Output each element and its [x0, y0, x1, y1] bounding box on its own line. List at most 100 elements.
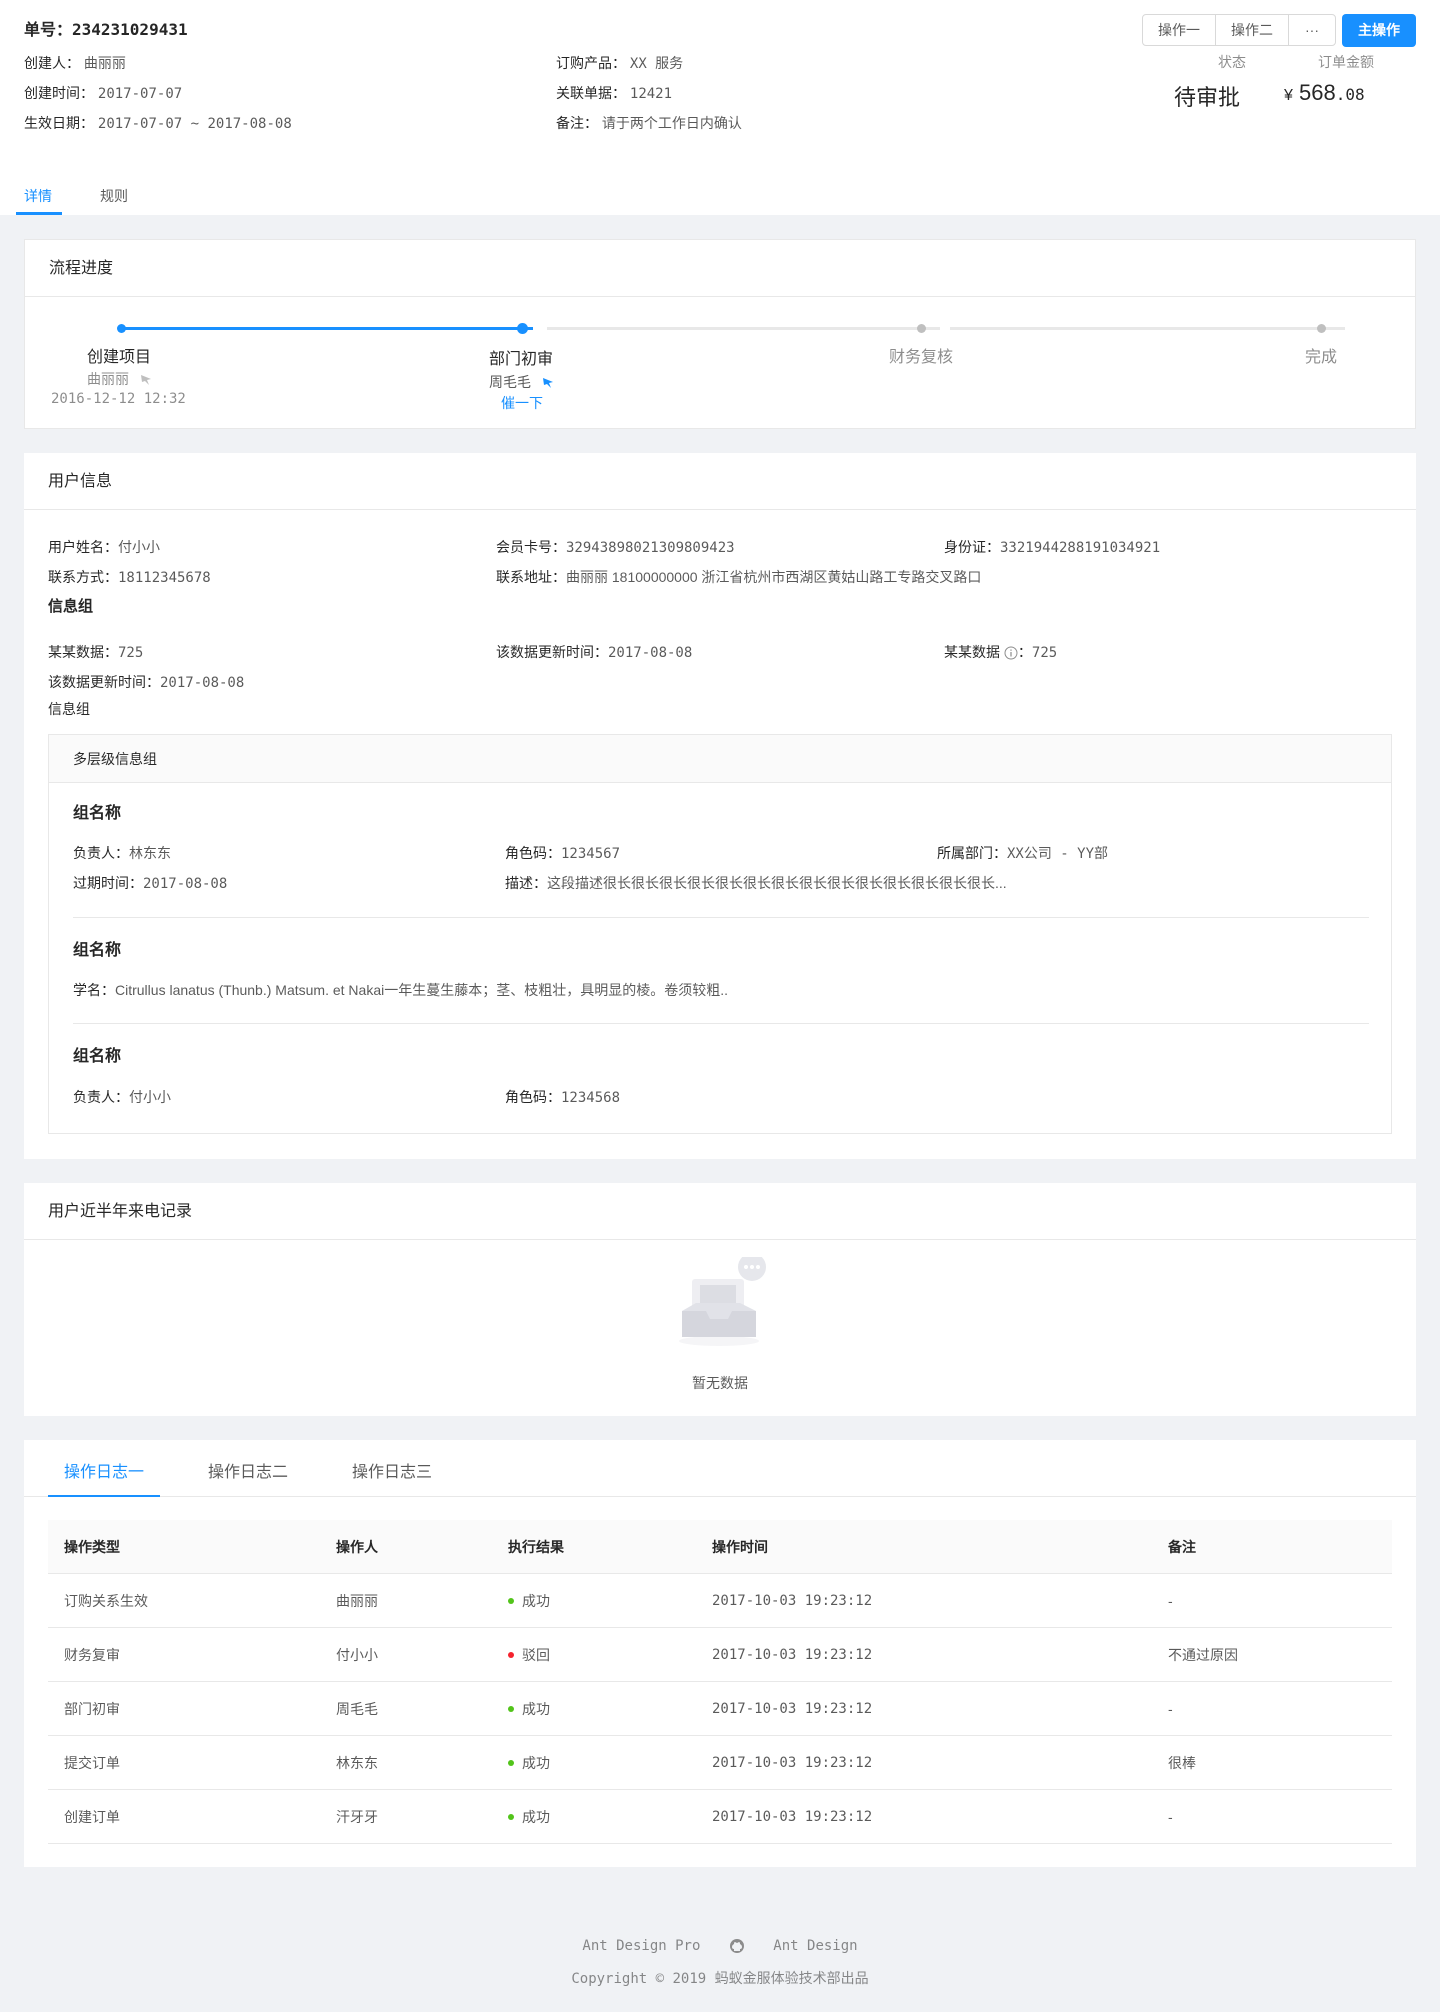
- success-status-dot: [508, 1814, 514, 1821]
- role3-label: 角色码：: [505, 1089, 561, 1105]
- address-value: 曲丽丽 18100000000 浙江省杭州市西湖区黄姑山路工专路交叉路口: [566, 569, 982, 585]
- empty-text: 暂无数据: [692, 1375, 748, 1391]
- related-label: 关联单据：: [556, 85, 626, 101]
- cell-time: 2017-10-03 19:23:12: [712, 1809, 873, 1825]
- tab-log-two[interactable]: 操作日志二: [208, 1458, 288, 1482]
- cell-type: 部门初审: [64, 1701, 120, 1717]
- created-value: 2017-07-07: [97, 86, 183, 102]
- tab-log-one[interactable]: 操作日志一: [64, 1458, 144, 1482]
- created-label: 创建时间：: [24, 85, 94, 101]
- success-status-dot: [508, 1706, 514, 1713]
- desc-item: 描述：这段描述很长很长很长很长很长很长很长很长很长很长很长很长很长很长...: [505, 873, 1007, 893]
- cell-operator: 付小小: [336, 1647, 378, 1663]
- effective-value: 2017-07-07 ~ 2017-08-08: [97, 116, 292, 132]
- remark-label: 备注：: [556, 115, 598, 131]
- error-status-dot: [508, 1652, 514, 1659]
- cell-time: 2017-10-03 19:23:12: [712, 1701, 873, 1717]
- owner3-value: 付小小: [129, 1089, 171, 1105]
- tab-rules[interactable]: 规则: [100, 186, 128, 206]
- related-link[interactable]: 12421: [630, 86, 672, 102]
- operation-two-button[interactable]: 操作二: [1215, 14, 1289, 46]
- ant-design-link[interactable]: Ant Design: [773, 1938, 857, 1954]
- step-title-3: 财务复核: [889, 349, 954, 366]
- table-row: 部门初审 周毛毛 成功 2017-10-03 19:23:12 -: [48, 1682, 1392, 1736]
- sci-name-label: 学名：: [73, 982, 115, 998]
- result-text: 驳回: [522, 1647, 550, 1663]
- dingding-icon[interactable]: [139, 373, 153, 387]
- group-name-3: 组名称: [73, 1048, 122, 1065]
- table-row: 订购关系生效 曲丽丽 成功 2017-10-03 19:23:12 -: [48, 1574, 1392, 1628]
- call-records-card: 用户近半年来电记录 暂无数据: [24, 1183, 1416, 1416]
- action-button-group: 操作一 操作二 ···: [1142, 14, 1336, 46]
- effective-label: 生效日期：: [24, 115, 94, 131]
- status-label: 状态: [1218, 54, 1246, 70]
- update2-value: 2017-08-08: [160, 675, 245, 691]
- status-value: 待审批: [1174, 85, 1241, 110]
- urge-link[interactable]: 催一下: [501, 393, 543, 413]
- address-item: 联系地址：曲丽丽 18100000000 浙江省杭州市西湖区黄姑山路工专路交叉路…: [496, 567, 981, 587]
- progress-steps: 创建项目 曲丽丽 2016-12-12 12:32 部门初审 周毛毛 催一下 财…: [25, 297, 1415, 427]
- step-dot-4: [1317, 324, 1326, 333]
- step-title-1: 创建项目: [87, 349, 152, 366]
- col-operator: 操作人: [336, 1539, 378, 1555]
- cell-memo: -: [1168, 1593, 1173, 1609]
- role3-item: 角色码：1234568: [505, 1087, 620, 1107]
- dingding-icon[interactable]: [541, 376, 555, 390]
- contact-value: 18112345678: [118, 570, 211, 586]
- role-item: 角色码：1234567: [505, 843, 620, 863]
- data2-separator: ：: [1017, 644, 1032, 660]
- cell-type: 创建订单: [64, 1809, 120, 1825]
- table-row: 财务复审 付小小 驳回 2017-10-03 19:23:12 不通过原因: [48, 1628, 1392, 1682]
- cell-memo: 不通过原因: [1168, 1647, 1238, 1663]
- multi-level-title: 多层级信息组: [49, 735, 1391, 783]
- step-person-2-name: 周毛毛: [489, 374, 531, 390]
- ant-design-pro-link[interactable]: Ant Design Pro: [582, 1938, 700, 1954]
- github-icon[interactable]: [729, 1938, 745, 1954]
- remark-value: 请于两个工作日内确认: [601, 115, 742, 131]
- log-tabbar: 操作日志一 操作日志二 操作日志三: [24, 1440, 1416, 1497]
- step-connector-1: [123, 327, 533, 330]
- expire-value: 2017-08-08: [143, 876, 228, 892]
- col-result: 执行结果: [508, 1539, 564, 1555]
- data1-item: 某某数据：725: [48, 642, 143, 662]
- contact-label: 联系方式：: [48, 569, 118, 585]
- operation-one-button[interactable]: 操作一: [1142, 14, 1216, 46]
- currency-symbol: ¥: [1284, 87, 1293, 104]
- step-dot-1: [117, 324, 126, 333]
- update1-value: 2017-08-08: [608, 645, 693, 661]
- dept-value: XX公司 - YY部: [1007, 846, 1109, 862]
- user-info-card: 用户信息 用户姓名：付小小 会员卡号：32943898021309809423 …: [24, 453, 1416, 1159]
- tab-details[interactable]: 详情: [24, 186, 52, 206]
- footer-links: Ant Design Pro Ant Design: [0, 1938, 1440, 1954]
- contact-item: 联系方式：18112345678: [48, 567, 211, 587]
- sci-name-value: Citrullus lanatus (Thunb.) Matsum. et Na…: [115, 982, 728, 998]
- group-name-1: 组名称: [73, 805, 122, 822]
- cell-result: 成功: [508, 1574, 550, 1628]
- creator-item: 创建人： 曲丽丽: [24, 53, 126, 73]
- success-status-dot: [508, 1760, 514, 1767]
- address-label: 联系地址：: [496, 569, 566, 585]
- desc-value: 这段描述很长很长很长很长很长很长很长很长很长很长很长很长很长很长...: [547, 875, 1007, 891]
- cell-type: 订购关系生效: [64, 1593, 148, 1609]
- amount-decimal: .08: [1335, 85, 1365, 104]
- member-card-item: 会员卡号：32943898021309809423: [496, 537, 735, 557]
- tab-log-three[interactable]: 操作日志三: [352, 1458, 432, 1482]
- id-card-value: 3321944288191034921: [1000, 540, 1161, 556]
- multi-level-group: 多层级信息组 组名称 负责人：林东东 角色码：1234567 所属部门：XX公司…: [48, 734, 1392, 1134]
- more-actions-button[interactable]: ···: [1288, 14, 1336, 46]
- table-row: 提交订单 林东东 成功 2017-10-03 19:23:12 很棒: [48, 1736, 1392, 1790]
- product-value: XX 服务: [629, 56, 684, 72]
- info-circle-icon[interactable]: [1004, 646, 1018, 660]
- result-text: 成功: [522, 1755, 550, 1771]
- group-name-2: 组名称: [73, 942, 122, 959]
- cell-time: 2017-10-03 19:23:12: [712, 1593, 873, 1609]
- result-text: 成功: [522, 1809, 550, 1825]
- copyright: Copyright © 2019 蚂蚁金服体验技术部出品: [571, 1971, 869, 1987]
- product-item: 订购产品： XX 服务: [556, 53, 683, 73]
- related-item: 关联单据： 12421: [556, 83, 672, 103]
- member-card-value: 32943898021309809423: [566, 540, 735, 556]
- table-header: 操作类型 操作人 执行结果 操作时间 备注: [48, 1520, 1392, 1574]
- operation-log-card: 操作日志一 操作日志二 操作日志三 操作类型 操作人 执行结果 操作时间 备注 …: [24, 1440, 1416, 1867]
- main-action-button[interactable]: 主操作: [1342, 14, 1416, 47]
- expire-item: 过期时间：2017-08-08: [73, 873, 227, 893]
